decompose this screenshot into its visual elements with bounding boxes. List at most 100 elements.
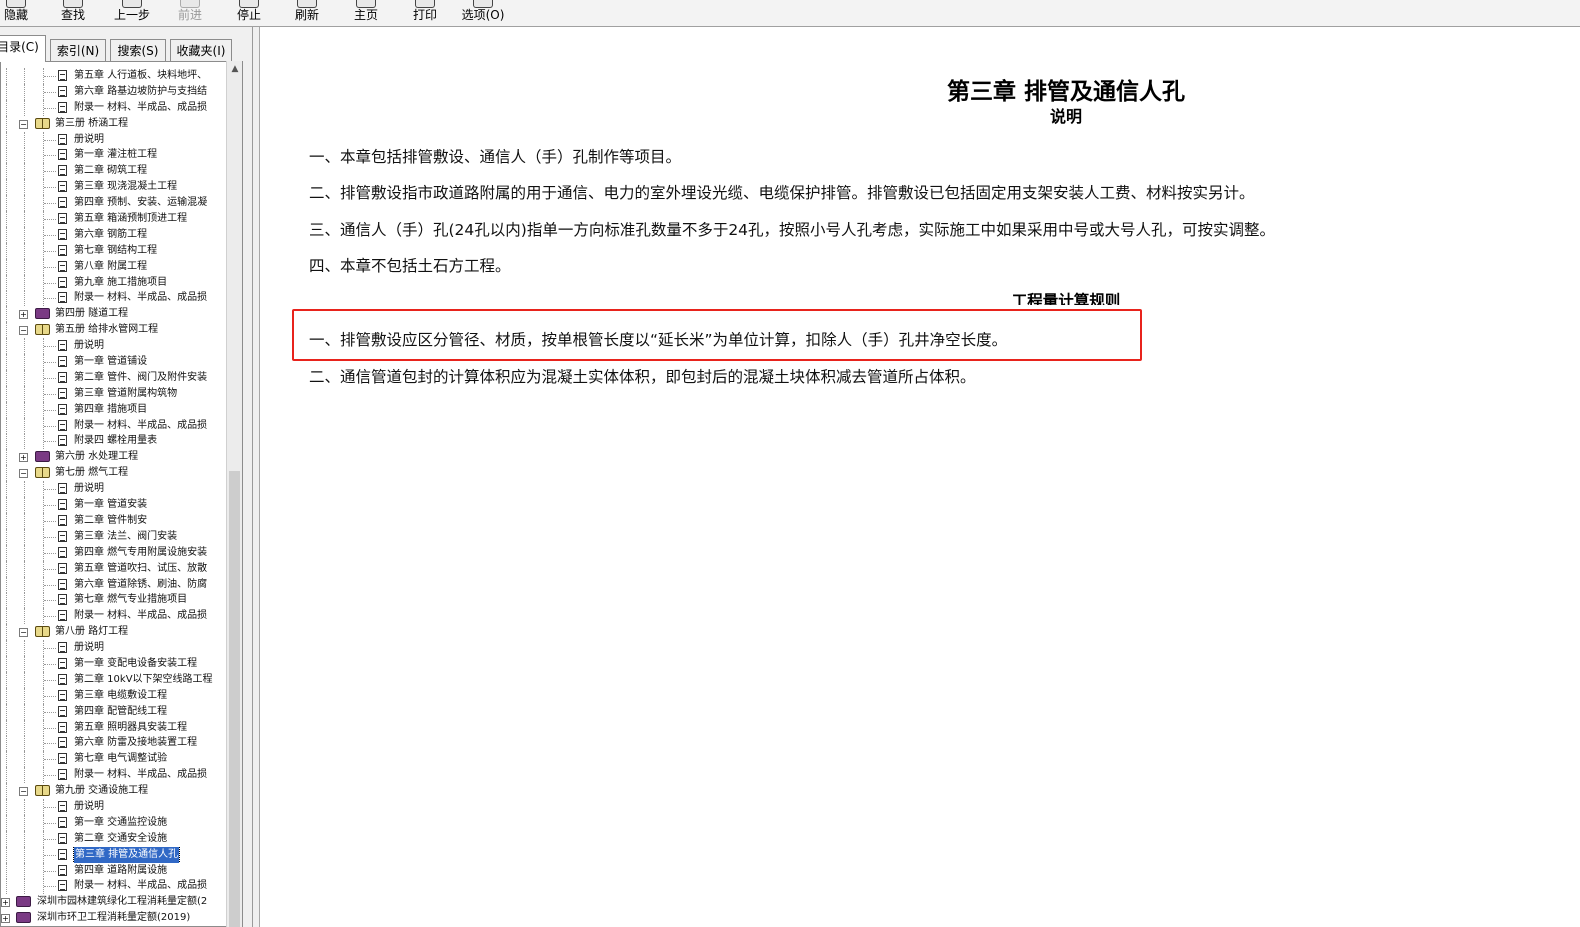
collapse-icon[interactable]: − (19, 119, 28, 129)
tree-item[interactable]: + 第四册 隧道工程 (1, 306, 227, 323)
closed-book-icon (35, 308, 50, 320)
tree-guide-line (24, 242, 26, 259)
tree-item[interactable]: − 第九册 交通设施工程 (1, 783, 227, 799)
scroll-up-arrow-icon[interactable]: ▲ (227, 61, 243, 77)
tree-item[interactable]: 第三章 排管及通信人孔 (1, 846, 227, 863)
tree-item[interactable]: + 深圳市环卫工程消耗量定额(2019) (1, 910, 227, 926)
tree-elbow-line (44, 346, 56, 348)
tree-item[interactable]: 第五章 管道吹扫、试压、放散 (1, 560, 227, 577)
tree-item[interactable]: 第八章 附属工程 (1, 258, 227, 275)
tree-item[interactable]: 第六章 钢筋工程 (1, 226, 227, 243)
tree-item[interactable]: 第一章 管道安装 (1, 497, 227, 513)
tree-item-label: 第一章 管道铺设 (74, 356, 148, 368)
collapse-icon[interactable]: − (19, 326, 28, 336)
tree-item[interactable]: 册说明 (1, 131, 227, 148)
tree-item[interactable]: 第一章 变配电设备安装工程 (1, 655, 227, 672)
collapse-icon[interactable]: − (19, 469, 28, 479)
tree-item[interactable]: 第六章 路基边坡防护与支挡结 (1, 83, 227, 100)
options-button[interactable]: 选项(O) (455, 0, 511, 26)
tree-item[interactable]: − 第八册 路灯工程 (1, 624, 227, 641)
forward-button[interactable]: 前进 (162, 0, 218, 26)
tree-guide-line (24, 131, 26, 148)
print-button[interactable]: 打印 (397, 0, 453, 26)
tab-contents[interactable]: 目录(C) (0, 35, 46, 62)
tree-item[interactable]: 册说明 (1, 481, 227, 498)
tree-item[interactable]: 附录一 材料、半成品、成品损 (1, 878, 227, 895)
tree-item[interactable]: 第三章 管道附属构筑物 (1, 385, 227, 402)
tree-item[interactable]: 第二章 砌筑工程 (1, 163, 227, 180)
tree-item[interactable]: 册说明 (1, 640, 227, 656)
open-book-icon (35, 467, 50, 479)
collapse-icon[interactable]: − (19, 787, 28, 797)
find-button[interactable]: 查找 (45, 0, 101, 26)
tree-guide-line (24, 274, 26, 291)
home-button[interactable]: 主页 (338, 0, 394, 26)
expand-icon[interactable]: + (19, 310, 28, 320)
tree-guide-line (24, 385, 26, 402)
expand-icon[interactable]: + (1, 898, 10, 908)
tree-item-label: 第四册 隧道工程 (55, 308, 129, 320)
tree-item[interactable]: 附录一 材料、半成品、成品损 (1, 767, 227, 784)
tree-item[interactable]: 第一章 灌注桩工程 (1, 147, 227, 164)
tree-item[interactable]: 第五章 人行道板、块料地坪、 (1, 68, 227, 84)
tree-item[interactable]: 第一章 管道铺设 (1, 354, 227, 370)
tree-item[interactable]: 第四章 配管配线工程 (1, 703, 227, 720)
tree-item[interactable]: 第三章 现浇混凝土工程 (1, 179, 227, 196)
tree-scrollbar[interactable]: ▲ (226, 61, 242, 927)
tree-scrollbar-thumb[interactable] (229, 471, 240, 927)
tree-item[interactable]: 附录一 材料、半成品、成品损 (1, 608, 227, 625)
document-icon (58, 689, 67, 701)
tree-item[interactable]: 第六章 管道除锈、刷油、防腐 (1, 576, 227, 593)
tree-item[interactable]: − 第七册 燃气工程 (1, 465, 227, 482)
tree-guide-line (24, 433, 26, 450)
tree-item[interactable]: 第四章 预制、安装、运输混凝 (1, 195, 227, 212)
tree-item[interactable]: 第五章 照明器具安装工程 (1, 719, 227, 736)
tree-item[interactable]: + 第六册 水处理工程 (1, 449, 227, 466)
tree-item[interactable]: 第二章 10kV以下架空线路工程 (1, 671, 227, 688)
tree-item[interactable]: 附录四 螺栓用量表 (1, 433, 227, 450)
tree-item[interactable]: + 深圳市园林建筑绿化工程消耗量定额(2 (1, 894, 227, 910)
tree-item[interactable]: 第九章 施工措施项目 (1, 274, 227, 291)
tree-guide-line (24, 608, 26, 625)
tree-item[interactable]: 第四章 燃气专用附属设施安装 (1, 544, 227, 561)
tree-item[interactable]: 第七章 燃气专业措施项目 (1, 592, 227, 609)
tree-item[interactable]: 第二章 管件制安 (1, 512, 227, 529)
expand-icon[interactable]: + (1, 914, 10, 924)
tab-search[interactable]: 搜索(S) (110, 39, 166, 61)
tree-guide-line (24, 211, 26, 227)
expand-icon[interactable]: + (19, 453, 28, 463)
refresh-button[interactable]: 刷新 (279, 0, 335, 26)
tree-item[interactable]: 附录一 材料、半成品、成品损 (1, 99, 227, 116)
tree-item[interactable]: 第二章 交通安全设施 (1, 830, 227, 847)
tree-item[interactable]: 第七章 钢结构工程 (1, 242, 227, 259)
document-icon (58, 70, 67, 81)
collapse-icon[interactable]: − (19, 628, 28, 638)
tree-item[interactable]: 第二章 管件、阀门及附件安装 (1, 369, 227, 386)
tree-guide-line (6, 211, 8, 227)
tree-guide-line (24, 798, 26, 815)
back-button[interactable]: 上一步 (104, 0, 160, 26)
tree-item[interactable]: 第六章 防雷及接地装置工程 (1, 735, 227, 752)
tree-item[interactable]: − 第五册 给排水管网工程 (1, 322, 227, 339)
hide-button[interactable]: 隐藏 (0, 0, 44, 26)
tree-item[interactable]: 第四章 措施项目 (1, 401, 227, 418)
tree-item[interactable]: 第七章 电气调整试验 (1, 751, 227, 768)
tree-item[interactable]: 第三章 法兰、阀门安装 (1, 528, 227, 545)
tree-item[interactable]: 第四章 道路附属设施 (1, 862, 227, 879)
document-icon (58, 578, 67, 590)
tree-item-label: 深圳市环卫工程消耗量定额(2019) (37, 912, 191, 924)
tab-favorites[interactable]: 收藏夹(I) (170, 39, 232, 61)
tree-item[interactable]: 册说明 (1, 338, 227, 355)
stop-button[interactable]: 停止 (221, 0, 277, 26)
tree-item[interactable]: 册说明 (1, 798, 227, 815)
tree-item[interactable]: 附录一 材料、半成品、成品损 (1, 417, 227, 434)
tree-item[interactable]: − 第三册 桥涵工程 (1, 115, 227, 132)
document-icon (58, 753, 67, 765)
tree-item[interactable]: 附录一 材料、半成品、成品损 (1, 290, 227, 307)
tree-item[interactable]: 第一章 交通监控设施 (1, 814, 227, 831)
tree-guide-line (24, 592, 26, 609)
pane-splitter[interactable] (253, 27, 260, 927)
tree-item[interactable]: 第五章 箱涵预制顶进工程 (1, 211, 227, 227)
tab-index[interactable]: 索引(N) (50, 39, 106, 61)
tree-item[interactable]: 第三章 电缆敷设工程 (1, 687, 227, 704)
